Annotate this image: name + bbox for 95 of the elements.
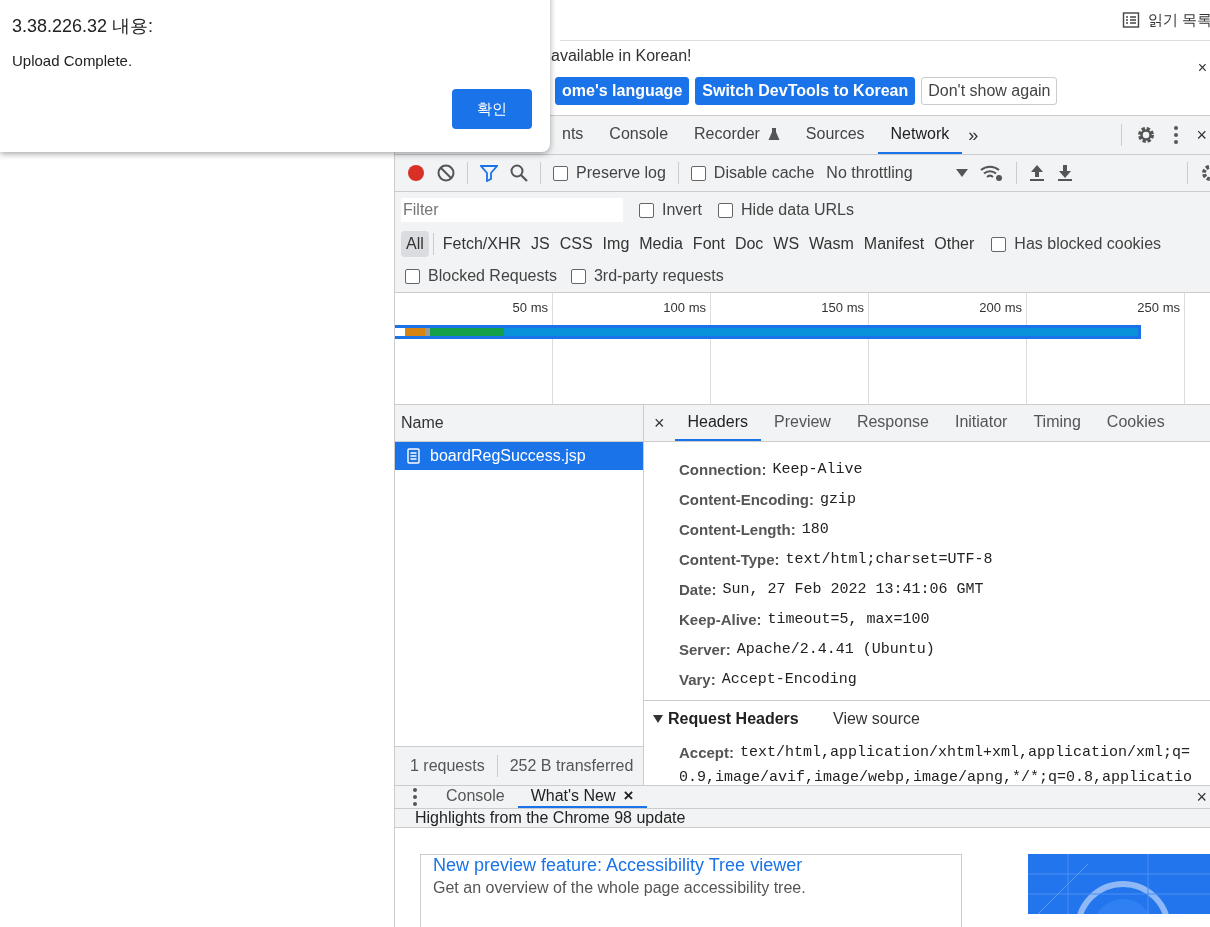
filter-field[interactable]: Filter	[401, 198, 623, 222]
header-name: Server:	[679, 640, 731, 658]
checkbox[interactable]: Has blocked cookies	[991, 235, 1162, 253]
detail-tab[interactable]: Response	[843, 405, 942, 441]
header-value: Accept-Encoding	[721, 670, 857, 688]
type-filter-button[interactable]: Doc	[729, 231, 769, 257]
dialog-message: Upload Complete.	[12, 52, 134, 69]
upload-icon[interactable]	[1029, 164, 1046, 182]
record-icon[interactable]	[407, 164, 425, 182]
panel-tab[interactable]: Network	[877, 116, 963, 154]
kebab-menu-icon[interactable]	[1174, 126, 1179, 144]
infobar-button[interactable]: ome's language	[555, 77, 690, 105]
header-name: Connection:	[679, 460, 767, 478]
header-value: text/html,application/xhtml+xml,application/xml;q=	[740, 743, 1191, 761]
time-tick-label: 250 ms	[1137, 300, 1180, 315]
header-value: Apache/2.4.41 (Ubuntu)	[736, 640, 935, 658]
filter-icon[interactable]	[480, 164, 498, 182]
time-tick-label: 50 ms	[512, 300, 548, 315]
feature-link[interactable]: New preview feature: Accessibility Tree viewer	[433, 855, 949, 876]
flask-icon	[767, 127, 780, 141]
feature-card[interactable]: New preview feature: Accessibility Tree viewer Get an overview of the whole page accessibility tree.	[420, 854, 962, 927]
search-icon[interactable]	[510, 164, 528, 182]
type-filter-button[interactable]: WS	[768, 231, 805, 257]
request-row[interactable]: boardRegSuccess.jsp	[395, 442, 643, 470]
dialog-title: 3.38.226.32 내용:	[12, 15, 155, 38]
panel-tab[interactable]: nts	[549, 116, 597, 154]
type-filter-button[interactable]: Wasm	[804, 231, 859, 257]
type-filter-button[interactable]: Manifest	[858, 231, 930, 257]
header-name: Accept:	[679, 743, 734, 761]
kebab-menu-icon[interactable]	[413, 788, 417, 806]
checkbox[interactable]: Disable cache	[690, 164, 815, 182]
panel-tab[interactable]: Sources	[792, 116, 878, 154]
checkbox[interactable]: 3rd-party requests	[570, 267, 724, 285]
checkbox[interactable]: Hide data URLs	[718, 201, 854, 219]
infobar-button[interactable]: Switch DevTools to Korean	[695, 77, 916, 105]
panel-tab[interactable]: Recorder	[681, 116, 793, 154]
document-icon	[407, 448, 420, 464]
panel-tab[interactable]: Console	[596, 116, 682, 154]
drawer-tab[interactable]: Console	[433, 786, 518, 808]
settings-icon[interactable]	[1136, 125, 1157, 145]
infobar-message: available in Korean!	[551, 46, 692, 66]
expand-triangle-icon[interactable]	[653, 714, 663, 724]
header-value: gzip	[820, 490, 856, 508]
type-filter-button[interactable]: Other	[929, 231, 980, 257]
type-filter-button[interactable]: JS	[526, 231, 555, 257]
header-value: Keep-Alive	[772, 460, 863, 478]
settings-icon[interactable]	[1200, 163, 1210, 183]
close-icon[interactable]: ×	[1196, 124, 1207, 146]
time-tick-label: 200 ms	[979, 300, 1022, 315]
column-header[interactable]: Name	[395, 405, 643, 442]
clear-icon[interactable]	[437, 164, 455, 182]
time-tick-label: 150 ms	[821, 300, 864, 315]
type-filter-button[interactable]: Media	[634, 231, 688, 257]
close-icon[interactable]: ×	[654, 412, 665, 434]
header-value: timeout=5, max=100	[767, 610, 930, 628]
checkbox[interactable]: Invert	[639, 201, 702, 219]
ok-button[interactable]: 확인	[452, 89, 532, 129]
status-text: 1 requests	[410, 757, 485, 775]
detail-tab[interactable]: Timing	[1020, 405, 1094, 441]
header-name: Date:	[679, 580, 717, 598]
status-text: 252 B transferred	[509, 757, 634, 775]
type-filter-button[interactable]: CSS	[554, 231, 598, 257]
infobar-button[interactable]: Don't show again	[921, 77, 1058, 105]
type-filter-button[interactable]: Font	[687, 231, 730, 257]
detail-tab[interactable]: Preview	[761, 405, 844, 441]
header-value: 180	[801, 520, 829, 538]
close-icon[interactable]: ×	[1197, 59, 1207, 77]
header-value: Sun, 27 Feb 2022 13:41:06 GMT	[722, 580, 984, 598]
header-name: Content-Length:	[679, 520, 796, 538]
header-name: Keep-Alive:	[679, 610, 762, 628]
download-icon[interactable]	[1057, 164, 1074, 182]
type-filter-button[interactable]: Img	[597, 231, 635, 257]
detail-tab[interactable]: Headers	[674, 405, 761, 441]
throttling-dropdown[interactable]: No throttling	[826, 164, 945, 182]
header-name: Vary:	[679, 670, 716, 688]
dropdown-arrow-icon[interactable]	[956, 168, 969, 178]
view-source-link[interactable]: View source	[833, 710, 920, 728]
section-title[interactable]: Request Headers	[668, 710, 828, 728]
type-filter-button[interactable]: Fetch/XHR	[437, 231, 527, 257]
time-tick-label: 100 ms	[663, 300, 706, 315]
header-name: Content-Type:	[679, 550, 780, 568]
wifi-settings-icon[interactable]	[980, 164, 1005, 182]
list-icon[interactable]	[1122, 11, 1140, 29]
type-filter-button[interactable]: All	[401, 231, 429, 257]
header-value: text/html;charset=UTF-8	[785, 550, 993, 568]
close-icon[interactable]: ×	[1196, 786, 1207, 808]
header-value: 0.9,image/avif,image/webp,image/apng,*/*;q=0.8,applicatio	[679, 769, 1193, 785]
header-name: Content-Encoding:	[679, 490, 814, 508]
checkbox[interactable]: Blocked Requests	[405, 267, 557, 285]
detail-tab[interactable]: Initiator	[941, 405, 1021, 441]
checkbox[interactable]: Preserve log	[553, 164, 666, 182]
more-tabs-icon[interactable]: »	[962, 124, 985, 146]
drawer-heading: Highlights from the Chrome 98 update	[395, 809, 1210, 828]
detail-tab[interactable]: Cookies	[1093, 405, 1178, 441]
feature-description: Get an overview of the whole page accessibility tree.	[433, 879, 807, 897]
